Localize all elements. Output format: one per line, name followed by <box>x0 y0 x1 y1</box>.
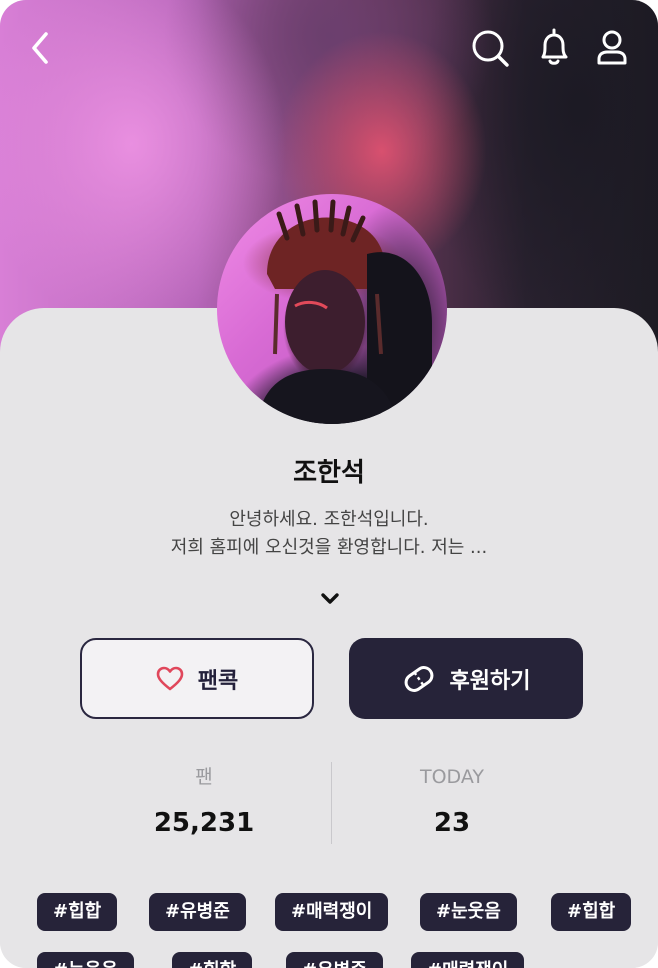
fan-count-value: 25,231 <box>153 808 255 838</box>
notifications-button[interactable] <box>532 26 576 70</box>
heart-icon <box>156 666 184 690</box>
profile-bio: 안녕하세요. 조한석입니다. 저희 홈피에 오신것을 환영합니다. 저는 ... <box>0 506 658 562</box>
fan-count-stat: 팬 25,231 <box>84 760 324 838</box>
avatar <box>217 194 447 424</box>
avatar-portrait <box>257 199 432 424</box>
hashtag-chip[interactable]: #힙합 <box>37 893 118 931</box>
ticket-icon <box>404 665 433 692</box>
back-button[interactable] <box>24 26 58 70</box>
fan-count-label: 팬 <box>195 766 213 788</box>
hashtag-chip[interactable]: #매력쟁이 <box>411 952 525 968</box>
today-visits-label: TODAY <box>420 766 484 788</box>
expand-bio-button[interactable] <box>316 588 344 610</box>
today-visits-stat: TODAY 23 <box>332 760 572 838</box>
user-icon <box>597 30 627 65</box>
account-button[interactable] <box>590 26 634 70</box>
fan-button[interactable]: 팬콕 <box>80 638 314 719</box>
hashtag-chip[interactable]: #힙합 <box>551 893 632 931</box>
fan-button-label: 팬콕 <box>197 668 239 694</box>
search-button[interactable] <box>468 26 512 70</box>
hashtag-chip[interactable]: #매력쟁이 <box>275 893 389 931</box>
profile-screen: 조한석 안녕하세요. 조한석입니다. 저희 홈피에 오신것을 환영합니다. 저는… <box>0 0 658 968</box>
chevron-left-icon <box>32 32 48 64</box>
chevron-down-icon <box>321 593 339 604</box>
today-visits-value: 23 <box>433 808 471 838</box>
top-bar <box>0 0 658 100</box>
hashtag-chip[interactable]: #유병준 <box>149 893 246 931</box>
bio-line: 안녕하세요. 조한석입니다. <box>229 509 429 530</box>
support-button-label: 후원하기 <box>449 668 531 694</box>
profile-name: 조한석 <box>293 458 365 488</box>
hashtag-chip[interactable]: #눈웃음 <box>420 893 517 931</box>
support-button[interactable]: 후원하기 <box>349 638 583 719</box>
bio-line: 저희 홈피에 오신것을 환영합니다. 저는 ... <box>170 537 488 558</box>
search-icon <box>472 30 509 67</box>
hashtag-chip[interactable]: #힙합 <box>172 952 253 968</box>
hashtag-chip[interactable]: #유병준 <box>286 952 383 968</box>
bell-icon <box>541 28 568 65</box>
hashtag-chip[interactable]: #눈웃음 <box>37 952 134 968</box>
